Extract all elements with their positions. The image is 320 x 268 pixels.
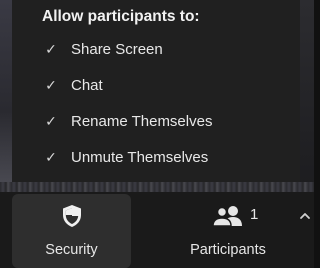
checkmark-icon: ✓ — [45, 112, 57, 129]
video-strip — [0, 182, 314, 192]
chevron-up-icon[interactable] — [298, 209, 312, 221]
participants-label: Participants — [190, 242, 266, 258]
video-background-right — [300, 0, 314, 186]
security-popup-menu: Allow participants to: ✓ Share Screen ✓ … — [12, 0, 300, 182]
menu-item-unmute-themselves[interactable]: ✓ Unmute Themselves — [12, 140, 300, 174]
participants-button[interactable]: Participants — [168, 194, 288, 268]
zoom-window: Allow participants to: ✓ Share Screen ✓ … — [0, 0, 314, 268]
checkmark-icon: ✓ — [45, 148, 57, 165]
checkmark-icon: ✓ — [45, 40, 57, 57]
meeting-toolbar: Security Participants 1 — [0, 192, 314, 268]
video-background-left — [0, 0, 12, 186]
participant-count-badge: 1 — [250, 206, 259, 223]
checkmark-icon: ✓ — [45, 76, 57, 93]
menu-item-label: Rename Themselves — [71, 112, 213, 130]
security-button[interactable]: Security — [12, 194, 131, 268]
people-icon — [211, 204, 245, 228]
menu-item-chat[interactable]: ✓ Chat — [12, 68, 300, 102]
menu-item-share-screen[interactable]: ✓ Share Screen — [12, 32, 300, 66]
menu-item-label: Unmute Themselves — [71, 148, 209, 166]
security-label: Security — [45, 242, 98, 258]
menu-item-rename-themselves[interactable]: ✓ Rename Themselves — [12, 104, 300, 138]
menu-item-label: Chat — [71, 76, 103, 94]
popup-title: Allow participants to: — [42, 8, 200, 25]
shield-icon — [61, 204, 83, 228]
menu-item-label: Share Screen — [71, 40, 163, 58]
